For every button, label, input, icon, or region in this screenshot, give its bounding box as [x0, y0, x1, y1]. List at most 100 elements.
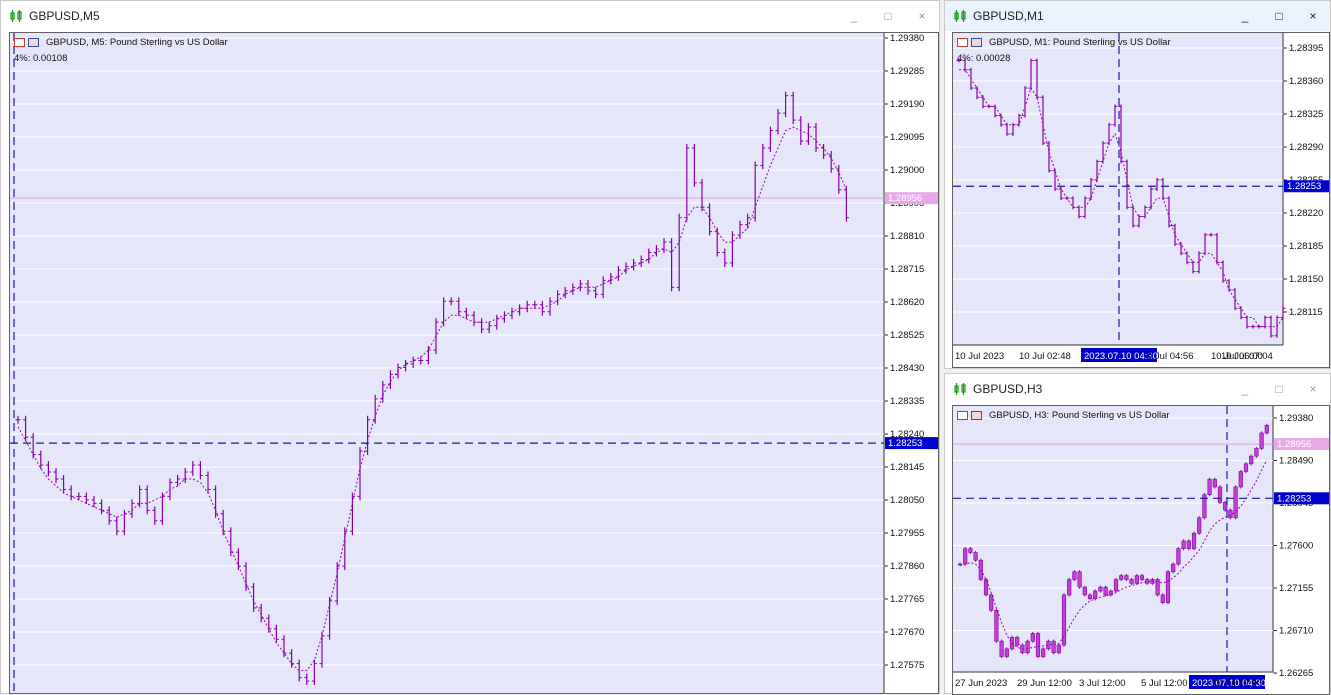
chart-window-m1[interactable]: GBPUSD,M1 _ □ × 1.28395 1.28360 1.28325 1.2… — [944, 0, 1331, 369]
price-tick-label: 1.27600 — [1279, 541, 1313, 552]
candle-body — [1233, 486, 1238, 519]
price-tick-label: 1.28290 — [1289, 142, 1323, 153]
candle-body — [1259, 432, 1264, 449]
price-tick-label: 1.28145 — [890, 462, 924, 473]
candle-body — [1072, 571, 1077, 580]
price-tick-label: 1.27765 — [890, 594, 924, 605]
price-tick-label: 1.28325 — [1289, 109, 1323, 120]
window-title: GBPUSD,M1 — [973, 9, 1044, 23]
price-tick-label: 1.29380 — [1279, 413, 1313, 424]
time-tick-label: 11 Jul 12:00 — [1211, 678, 1262, 689]
candle-body — [1160, 594, 1165, 603]
minimize-button[interactable]: _ — [837, 1, 871, 31]
price-chart[interactable]: 1.293801.284901.280451.276001.271551.267… — [953, 406, 1330, 695]
time-tick-label: 10 Jul 07:04 — [1221, 351, 1273, 362]
candle-body — [1171, 563, 1176, 573]
price-tick-label: 1.28335 — [890, 396, 924, 407]
indicator-list-icon[interactable] — [957, 411, 968, 420]
price-tick-label: 1.28360 — [1289, 76, 1323, 87]
time-tick-label: 10 Jul 02:48 — [1019, 351, 1071, 362]
close-button[interactable]: × — [1296, 1, 1330, 31]
chart-window-h3[interactable]: GBPUSD,H3 _ □ × 1.293801.284901.280451.2… — [944, 373, 1331, 695]
price-tick-label: 1.27860 — [890, 561, 924, 572]
time-tick-label: 27 Jun 2023 — [955, 678, 1007, 689]
candle-body — [1067, 579, 1072, 596]
plot-background — [953, 33, 1283, 345]
time-tick-label: 3 Jul 12:00 — [1079, 678, 1125, 689]
indicator-list-icon[interactable] — [14, 38, 25, 47]
price-tick-label: 1.28620 — [890, 297, 924, 308]
price-tick-label: 1.29285 — [890, 66, 924, 77]
price-tick-label: 1.27955 — [890, 528, 924, 539]
candle-body — [1035, 633, 1041, 657]
maximize-button[interactable]: □ — [1262, 1, 1296, 31]
price-tick-label: 1.28395 — [1289, 43, 1323, 54]
candle-body — [1165, 571, 1171, 603]
candle-body — [1056, 644, 1061, 654]
title-bar[interactable]: GBPUSD,H3 _ □ × — [945, 374, 1330, 404]
candle-body — [1124, 575, 1129, 580]
window-title: GBPUSD,M5 — [29, 9, 100, 23]
candle-body — [1113, 579, 1119, 592]
close-button[interactable]: × — [1296, 374, 1330, 404]
chart-area[interactable]: 1.29380 1.29285 1.29190 1.29095 1.29000 1.289… — [9, 32, 939, 694]
crosshair-price-label: 1.28253 — [888, 438, 922, 449]
indicator-list-icon[interactable] — [957, 38, 968, 47]
price-tick-label: 1.29095 — [890, 132, 924, 143]
price-tick-label: 1.28525 — [890, 330, 924, 341]
price-tick-label: 1.28715 — [890, 264, 924, 275]
symbol-description: GBPUSD, M1: Pound Sterling vs US Dollar — [989, 37, 1171, 48]
candle-body — [1243, 463, 1249, 472]
symbol-description: GBPUSD, M5: Pound Sterling vs US Dollar — [46, 37, 228, 48]
candle-body — [1119, 575, 1124, 580]
price-tick-label: 1.29380 — [890, 33, 924, 44]
price-tick-label: 1.27575 — [890, 660, 924, 671]
candle-body — [1212, 478, 1217, 488]
candle-body — [999, 640, 1004, 657]
chart-properties-icon[interactable] — [971, 411, 982, 420]
time-ticks: 10 Jul 2023 10 Jul 02:48 2023.07.10 04:300… — [955, 348, 1273, 362]
price-chart[interactable]: 1.29380 1.29285 1.29190 1.29095 1.29000 1.289… — [10, 33, 939, 694]
title-bar[interactable]: GBPUSD,M1 _ □ × — [945, 1, 1330, 31]
chart-window-m5[interactable]: GBPUSD,M5 _ □ × 1.29380 1.29285 1.29190 1.2… — [0, 0, 940, 694]
chart-area[interactable]: 1.283951.283601.283251.282901.282551.282… — [952, 32, 1330, 368]
candle-body — [1249, 455, 1254, 465]
candle-body — [968, 548, 973, 553]
chart-properties-icon[interactable] — [28, 38, 39, 47]
title-bar[interactable]: GBPUSD,M5 _ □ × — [1, 1, 939, 31]
crosshair-price-label: 1.28253 — [1287, 181, 1321, 192]
candle-body — [1015, 637, 1020, 646]
minimize-button[interactable]: _ — [1228, 374, 1262, 404]
candle-body — [1181, 540, 1186, 549]
candle-body — [1077, 571, 1082, 588]
time-tick-label: 0 Jul 04:56 — [1147, 351, 1193, 362]
price-chart[interactable]: 1.283951.283601.283251.282901.282551.282… — [953, 33, 1330, 368]
candle-body — [1186, 540, 1191, 549]
plot-background — [10, 33, 884, 693]
candle-body — [1191, 532, 1197, 549]
maximize-button[interactable]: □ — [871, 1, 905, 31]
window-title: GBPUSD,H3 — [973, 382, 1043, 396]
chart-candles-icon — [954, 10, 966, 22]
bid-price-label: 1.28956 — [1277, 439, 1311, 450]
indicator-value: 4%: 0.00108 — [14, 53, 68, 64]
candle-body — [994, 610, 999, 642]
candle-body — [1025, 640, 1030, 654]
chart-area[interactable]: 1.293801.284901.280451.276001.271551.267… — [952, 405, 1330, 695]
chart-symbol-label: GBPUSD, M1: Pound Sterling vs US Dollar — [957, 37, 1171, 48]
chart-symbol-label: GBPUSD, H3: Pound Sterling vs US Dollar — [957, 410, 1170, 421]
minimize-button[interactable]: _ — [1228, 1, 1262, 31]
chart-symbol-label: GBPUSD, M5: Pound Sterling vs US Dollar — [14, 37, 228, 48]
plot-background — [953, 406, 1273, 672]
candle-body — [1228, 509, 1233, 519]
candle-body — [1238, 471, 1243, 488]
candle-body — [1082, 586, 1087, 596]
time-tick-label: 29 Jun 12:00 — [1017, 678, 1072, 689]
chart-properties-icon[interactable] — [971, 38, 982, 47]
price-tick-label: 1.28430 — [890, 363, 924, 374]
close-button[interactable]: × — [905, 1, 939, 31]
candle-body — [1098, 586, 1103, 592]
candle-body — [1264, 424, 1269, 434]
maximize-button[interactable]: □ — [1262, 374, 1296, 404]
price-tick-label: 1.29000 — [890, 165, 924, 176]
